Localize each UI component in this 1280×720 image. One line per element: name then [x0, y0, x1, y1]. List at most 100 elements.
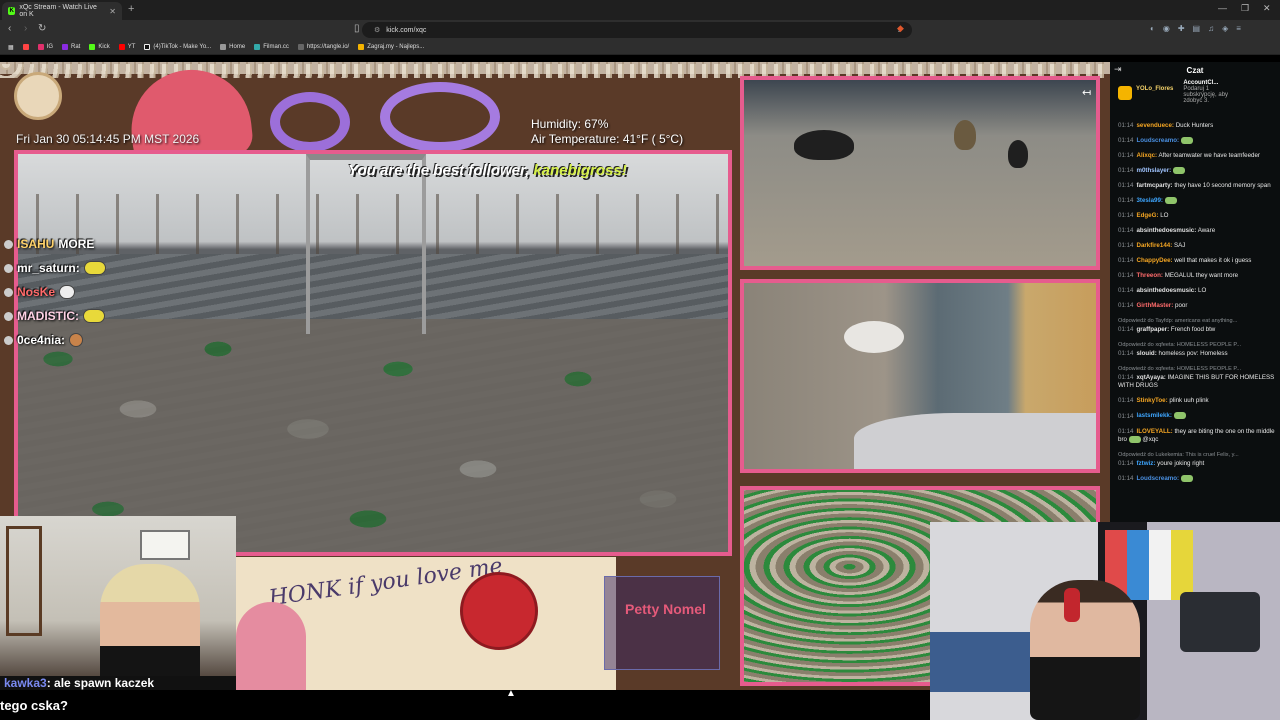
bookmark-item[interactable]: (4)TikTok - Make Yo...: [144, 44, 211, 50]
message-username[interactable]: graffpaper:: [1136, 326, 1169, 333]
chat-message[interactable]: 01:14 EdgeG: LO: [1118, 212, 1278, 220]
chat-message[interactable]: 01:14 Darkfire144: SAJ: [1118, 242, 1278, 250]
chat-message[interactable]: Odpowiedź do Tayfdp: americans eat anyth…: [1118, 317, 1278, 334]
emote-icon: [1164, 197, 1177, 205]
bookmark-item[interactable]: https://tangle.io/: [297, 44, 349, 50]
extension-icon[interactable]: ◐: [1150, 24, 1155, 33]
trophy-icon: [1118, 86, 1132, 100]
message-username[interactable]: 3tesla99:: [1136, 197, 1163, 204]
bookmark-item[interactable]: Zagraj.my - Najleps...: [358, 44, 424, 50]
sidebar-icon[interactable]: ▤: [1193, 24, 1201, 33]
message-time: 01:14: [1118, 374, 1134, 382]
chat-message[interactable]: 01:14 absinthedoesmusic: LO: [1118, 287, 1278, 295]
apps-icon[interactable]: ▦: [8, 44, 14, 51]
message-text: plink uuh plink: [1169, 397, 1209, 405]
bookmark-item[interactable]: Kick: [89, 44, 110, 50]
chat-message[interactable]: 01:14 Alixqc: After teamwater we have tea…: [1118, 152, 1278, 160]
pinned-user: YOLo_Flores: [1136, 86, 1174, 92]
message-username[interactable]: absinthedoesmusic:: [1136, 227, 1196, 234]
message-username[interactable]: xqtAyaya:: [1136, 374, 1165, 381]
message-username[interactable]: fartmcparty:: [1136, 182, 1172, 189]
message-username[interactable]: StinkyToe:: [1136, 397, 1167, 404]
close-tab-icon[interactable]: ✕: [109, 7, 116, 16]
emote-icon: [83, 261, 106, 275]
badge-icon: [4, 335, 13, 345]
site-info-icon[interactable]: ⚙: [374, 26, 380, 34]
message-username[interactable]: slouid:: [1136, 350, 1156, 357]
browser-tab[interactable]: K xQc Stream - Watch Live on K ✕: [2, 2, 122, 20]
maximize-icon[interactable]: ❐: [1241, 3, 1249, 14]
message-username[interactable]: Alixqc:: [1136, 152, 1157, 159]
message-username[interactable]: Loudscreamo:: [1136, 475, 1179, 482]
message-time: 01:14: [1118, 212, 1134, 220]
close-window-icon[interactable]: ✕: [1263, 3, 1271, 14]
emote-icon: [1172, 167, 1185, 175]
pinned-message[interactable]: YOLo_Flores AccountCl... Podaruj 1 subsk…: [1118, 80, 1274, 118]
message-username[interactable]: GirthMaster:: [1136, 302, 1173, 309]
forward-icon[interactable]: ›: [24, 23, 27, 34]
minimize-icon[interactable]: —: [1218, 3, 1227, 13]
channel-logo: [14, 72, 62, 120]
reactor: [1030, 580, 1140, 720]
chat-message[interactable]: 01:14 lastsmilekk:: [1118, 412, 1278, 420]
media-icon[interactable]: ♫: [1208, 24, 1214, 33]
chat-messages: 01:14 sevenduece: Duck Hunters 01:14 Loudsc…: [1118, 122, 1278, 490]
reply-context[interactable]: Odpowiedź do Tayfdp: americans eat anyth…: [1118, 317, 1278, 325]
shelf: [6, 526, 42, 636]
message-text: After teamwater we have teamfeeder: [1158, 152, 1260, 160]
back-icon[interactable]: ‹: [8, 23, 11, 34]
message-text: Duck Hunters: [1175, 122, 1214, 129]
menu-icon[interactable]: ≡: [1236, 24, 1241, 33]
message-username[interactable]: ILOVEYALL:: [1136, 428, 1172, 435]
bookmark-item[interactable]: Filman.cc: [254, 44, 289, 50]
reload-icon[interactable]: ↻: [38, 23, 46, 34]
message-username[interactable]: Threeon:: [1136, 272, 1162, 279]
chat-message[interactable]: 01:14 3tesla99:: [1118, 197, 1278, 205]
bookmark-item[interactable]: Rat: [62, 44, 80, 50]
new-tab-icon[interactable]: +: [128, 3, 134, 15]
bookmark-item[interactable]: IG: [37, 44, 53, 50]
chat-message[interactable]: 01:14 ChappyDee: well that makes it ok i …: [1118, 257, 1278, 265]
chat-message[interactable]: 01:14 fartmcparty: they have 10 second me…: [1118, 182, 1278, 190]
extension-icon[interactable]: ◉: [1163, 24, 1170, 33]
bookmark-page-icon[interactable]: ▯: [354, 23, 360, 34]
address-bar[interactable]: ⚙ kick.com/xqc ⇪: [362, 22, 912, 38]
chat-message[interactable]: 01:14 Threeon: MEGALUL they want more: [1118, 272, 1278, 280]
reply-context[interactable]: Odpowiedź do xqfeeta: HOMELESS PEOPLE P.…: [1118, 341, 1278, 349]
message-text: poor: [1175, 302, 1188, 310]
message-username[interactable]: Darkfire144:: [1136, 242, 1172, 249]
chat-message[interactable]: 01:14 sevenduece: Duck Hunters: [1118, 122, 1278, 130]
wallet-icon[interactable]: ◈: [1222, 24, 1228, 33]
chat-message[interactable]: 01:14 m0thslayer:: [1118, 167, 1278, 175]
chat-message[interactable]: 01:14 Loudscreamo:: [1118, 474, 1278, 483]
bookmark-item[interactable]: YT: [118, 44, 135, 50]
message-username[interactable]: absinthedoesmusic:: [1136, 287, 1196, 294]
reply-context[interactable]: Odpowiedź do xqfeeta: HOMELESS PEOPLE P.…: [1118, 365, 1278, 373]
message-time: 01:14: [1118, 350, 1134, 358]
message-username[interactable]: fztwiz:: [1136, 460, 1155, 467]
chat-message[interactable]: 01:14 GirthMaster: poor: [1118, 302, 1278, 310]
browser-nav-bar: ‹ › ↻ ▯ ⚙ kick.com/xqc ⇪ ◆ ◐ ◉ ✚ ▤ ♫ ◈ ≡: [0, 20, 1280, 40]
chat-message[interactable]: 01:14 StinkyToe: plink uuh plink: [1118, 397, 1278, 405]
follower-alert: You are the best follower, kanebigross!: [348, 162, 627, 179]
chat-message[interactable]: 01:14 Loudscreamo:: [1118, 137, 1278, 145]
message-username[interactable]: EdgeG:: [1136, 212, 1158, 219]
emote-icon: [69, 333, 84, 347]
reply-context[interactable]: Odpowiedź do Lukekemia: This is cruel Fe…: [1118, 451, 1278, 459]
chat-message[interactable]: Odpowiedź do Lukekemia: This is cruel Fe…: [1118, 451, 1278, 468]
kick-favicon-icon: K: [8, 7, 16, 15]
message-username[interactable]: m0thslayer:: [1136, 167, 1171, 174]
brave-shield-icon[interactable]: ◆: [897, 23, 904, 34]
message-time: 01:14: [1118, 427, 1134, 435]
message-username[interactable]: Loudscreamo:: [1136, 137, 1179, 144]
bookmark-youtube-icon[interactable]: [22, 44, 29, 50]
message-username[interactable]: sevenduece:: [1136, 122, 1174, 129]
chat-message[interactable]: 01:14 ILOVEYALL: they are biting the one …: [1118, 428, 1278, 444]
message-username[interactable]: ChappyDee:: [1136, 257, 1172, 264]
puzzle-icon[interactable]: ✚: [1178, 24, 1185, 33]
message-username[interactable]: lastsmilekk:: [1136, 413, 1171, 420]
chat-message[interactable]: 01:14 absinthedoesmusic: Aware: [1118, 227, 1278, 235]
chat-message[interactable]: Odpowiedź do xqfeeta: HOMELESS PEOPLE P.…: [1118, 365, 1278, 390]
chat-message[interactable]: Odpowiedź do xqfeeta: HOMELESS PEOPLE P.…: [1118, 341, 1278, 358]
bookmark-item[interactable]: Home: [220, 44, 245, 50]
